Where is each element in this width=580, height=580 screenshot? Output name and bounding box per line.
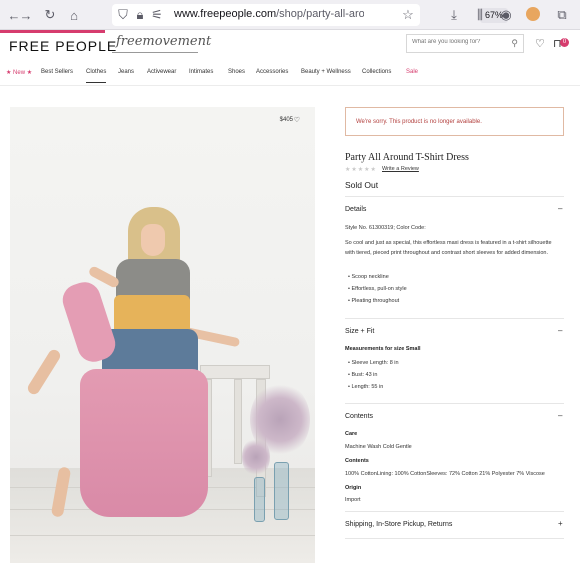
collapse-icon[interactable]: – — [558, 326, 562, 335]
browser-toolbar: ← → ↻ ⌂ ⛉ 🔒︎ ⚟ www.freepeople.com/shop/p… — [0, 0, 580, 30]
shipping-heading[interactable]: Shipping, In-Store Pickup, Returns — [345, 521, 452, 528]
nav-item-collections[interactable]: Collections — [362, 69, 391, 75]
account-icon[interactable]: ◉ — [498, 7, 514, 23]
measurements-label: Measurements for size Small — [345, 346, 421, 352]
downloads-icon[interactable]: ⤓ — [446, 7, 462, 23]
image-price: $405 — [279, 117, 293, 123]
care-label: Care — [345, 431, 358, 437]
sub-brand-logo[interactable]: freemovement — [116, 34, 211, 49]
shield-icon[interactable]: ⛉ — [115, 7, 131, 23]
nav-item-shoes[interactable]: Shoes — [228, 69, 245, 75]
nav-item-beauty-wellness[interactable]: Beauty + Wellness — [301, 69, 351, 75]
search-input[interactable] — [412, 39, 507, 45]
write-review-link[interactable]: Write a Review — [382, 166, 419, 172]
collapse-icon[interactable]: – — [558, 411, 562, 420]
details-bullet: • Scoop neckline — [348, 274, 389, 280]
product-image[interactable]: $405 ♡ — [10, 107, 315, 563]
size-bullet-text: Length: 55 in — [351, 384, 384, 390]
extension-icon[interactable] — [526, 7, 540, 21]
wishlist-heart-icon[interactable]: ♡ — [535, 37, 545, 50]
dried-flowers — [242, 437, 270, 477]
library-icon[interactable]: ⫼ — [472, 7, 488, 23]
dress-raised-knee — [58, 278, 120, 366]
size-bullet-text: Bust: 43 in — [351, 372, 378, 378]
section-divider — [345, 318, 564, 319]
glass-vase — [274, 462, 289, 520]
section-divider — [345, 196, 564, 197]
details-bullet-text: Scoop neckline — [351, 274, 389, 280]
category-nav: ★ New ★ Best Sellers Clothes Jeans Activ… — [0, 62, 580, 86]
contents-text: 100% CottonLining: 100% CottonSleeves: 7… — [345, 471, 545, 477]
section-divider — [345, 511, 564, 512]
style-number: Style No. 61300319; Color Code: — [345, 225, 426, 231]
care-text: Machine Wash Cold Gentle — [345, 444, 412, 450]
model-face — [141, 224, 165, 256]
bookmark-star-icon[interactable]: ☆ — [400, 7, 416, 23]
details-bullet-text: Effortless, pull-on style — [351, 286, 407, 292]
contents-label: Contents — [345, 458, 369, 464]
image-heart-icon[interactable]: ♡ — [294, 116, 300, 124]
product-title: Party All Around T-Shirt Dress — [345, 152, 469, 163]
origin-label: Origin — [345, 485, 362, 491]
glass-vase — [254, 477, 265, 522]
size-bullet: • Sleeve Length: 8 in — [348, 360, 399, 366]
contents-heading[interactable]: Contents — [345, 413, 373, 420]
collapse-icon[interactable]: – — [558, 204, 562, 213]
nav-item-best-sellers[interactable]: Best Sellers — [41, 69, 73, 75]
extensions-menu-icon[interactable]: ⧉ — [554, 7, 570, 23]
model-leg — [25, 347, 63, 397]
stool-leg — [234, 379, 242, 464]
nav-item-clothes[interactable]: Clothes — [86, 69, 107, 83]
nav-item-sale[interactable]: Sale — [406, 69, 418, 75]
stool-seat — [200, 365, 270, 379]
unavailable-notice-text: We're sorry. This product is no longer a… — [356, 119, 482, 125]
reload-icon[interactable]: ↻ — [42, 7, 58, 23]
unavailable-notice: We're sorry. This product is no longer a… — [345, 107, 564, 136]
url-path: /shop/party-all-arou — [276, 8, 364, 20]
logo-accent-bar — [0, 30, 105, 33]
lock-icon[interactable]: 🔒︎ — [132, 7, 148, 23]
details-heading[interactable]: Details — [345, 206, 366, 213]
nav-item-intimates[interactable]: Intimates — [189, 69, 213, 75]
section-divider — [345, 538, 564, 539]
url-text[interactable]: www.freepeople.com/shop/party-all-arou — [174, 8, 364, 20]
url-host: www.freepeople.com — [174, 8, 277, 20]
size-bullet: • Length: 55 in — [348, 384, 384, 390]
size-fit-heading[interactable]: Size + Fit — [345, 328, 374, 335]
site-logo[interactable]: FREE PEOPLE — [9, 38, 117, 54]
section-divider — [345, 403, 564, 404]
rating-stars: ★★★★★ — [345, 167, 377, 173]
origin-text: Import — [345, 497, 361, 503]
details-bullet-text: Pleating throughout — [351, 298, 400, 304]
search-box[interactable]: ⚲ — [406, 34, 524, 53]
details-bullet: • Pleating throughout — [348, 298, 400, 304]
address-bar[interactable]: ⛉ 🔒︎ ⚟ www.freepeople.com/shop/party-all… — [112, 4, 509, 26]
expand-icon[interactable]: + — [558, 519, 563, 528]
nav-item-jeans[interactable]: Jeans — [118, 69, 134, 75]
home-icon[interactable]: ⌂ — [66, 7, 82, 23]
nav-item-accessories[interactable]: Accessories — [256, 69, 288, 75]
tune-icon[interactable]: ⚟ — [149, 7, 165, 23]
product-description: So cool and just as special, this effort… — [345, 240, 552, 256]
forward-icon[interactable]: → — [18, 7, 34, 23]
size-bullet: • Bust: 43 in — [348, 372, 378, 378]
nav-item-new[interactable]: ★ New ★ — [6, 69, 32, 76]
details-bullet: • Effortless, pull-on style — [348, 286, 407, 292]
size-bullet-text: Sleeve Length: 8 in — [351, 360, 399, 366]
sub-brand-underline — [112, 52, 198, 53]
bag-count-badge: 0 — [560, 38, 569, 47]
nav-item-activewear[interactable]: Activewear — [147, 69, 176, 75]
floor-board-line — [10, 535, 315, 536]
dress-tier-pink — [80, 369, 208, 517]
sold-out-label: Sold Out — [345, 180, 379, 190]
search-icon[interactable]: ⚲ — [511, 38, 518, 49]
